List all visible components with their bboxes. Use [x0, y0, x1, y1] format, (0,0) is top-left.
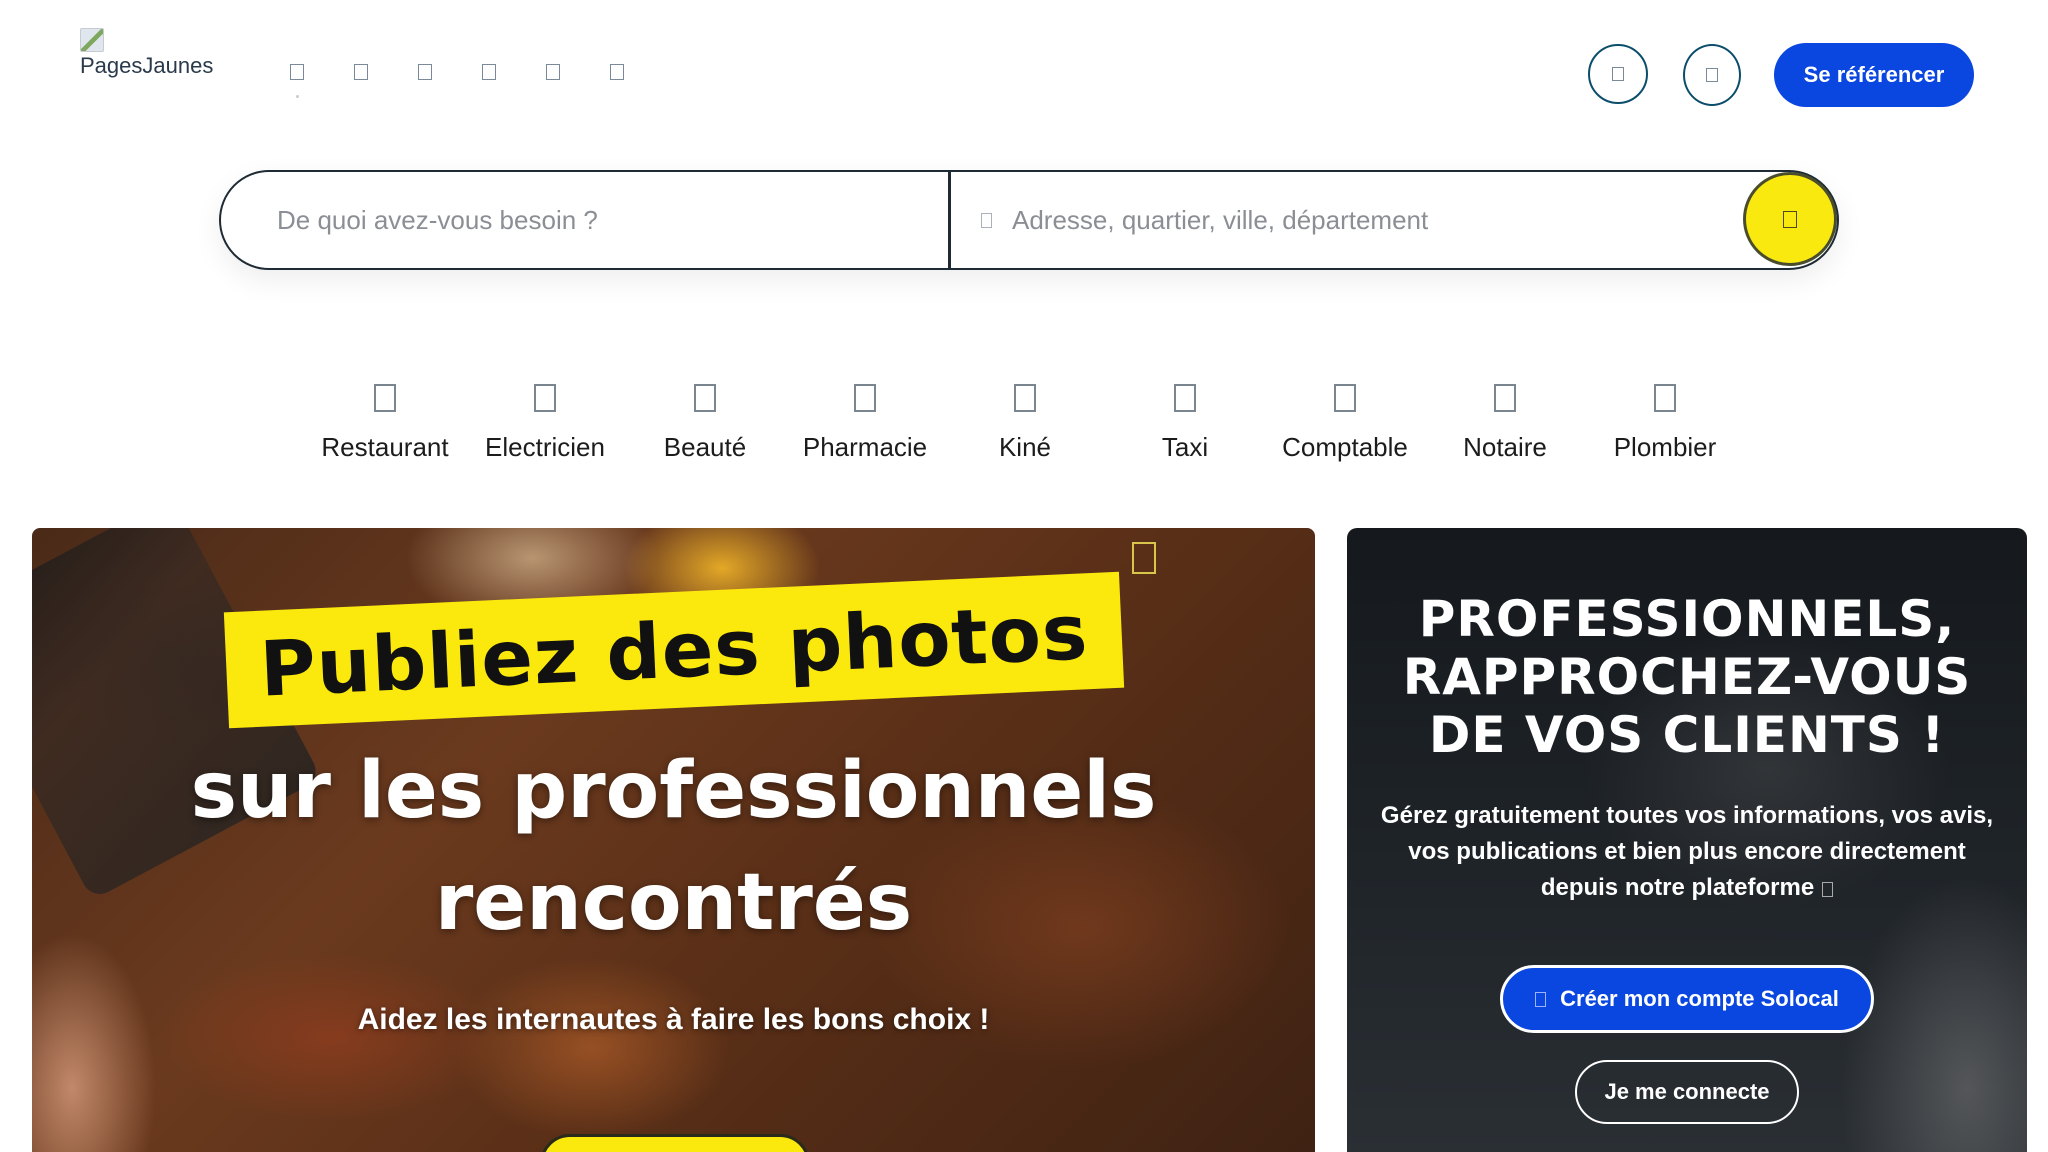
category-comptable[interactable]: Comptable: [1270, 384, 1420, 463]
create-solocal-account-button[interactable]: Créer mon compte Solocal: [1500, 965, 1874, 1033]
what-search-input[interactable]: De quoi avez-vous besoin ?: [277, 172, 598, 268]
user-plus-icon: [1535, 991, 1547, 1007]
se-referencer-button[interactable]: Se référencer: [1774, 43, 1974, 107]
category-label: Restaurant: [321, 432, 449, 462]
category-beaute[interactable]: Beauté: [630, 384, 780, 463]
promo-tagline: Aidez les internautes à faire les bons c…: [357, 1003, 990, 1036]
menu-icon: [1706, 68, 1718, 82]
pro-title-line-1: PROFESSIONNELS,: [1418, 590, 1956, 648]
pro-title-line-2: RAPPROCHEZ-VOUS: [1402, 648, 1972, 706]
nav-icon-1[interactable]: [290, 64, 304, 98]
camera-icon: [1132, 542, 1156, 574]
category-label: Plombier: [1613, 432, 1717, 462]
category-restaurant[interactable]: Restaurant: [310, 384, 460, 463]
pro-banner-description: Gérez gratuitement toutes vos informatio…: [1357, 798, 2017, 906]
pro-promo-banner: PROFESSIONNELS, RAPPROCHEZ-VOUS DE VOS C…: [1347, 528, 2027, 1152]
location-pin-icon: [981, 212, 992, 228]
nav-icon-3[interactable]: [418, 64, 432, 80]
promo-subtitle-line-2: rencontrés: [434, 858, 913, 948]
pharmacy-icon: [854, 384, 876, 412]
notary-icon: [1494, 384, 1516, 412]
physio-icon: [1014, 384, 1036, 412]
info-icon[interactable]: [1822, 882, 1834, 897]
category-pharmacie[interactable]: Pharmacie: [790, 384, 940, 463]
category-electricien[interactable]: Electricien: [470, 384, 620, 463]
main-nav: [290, 64, 624, 98]
search-icon: [1783, 210, 1797, 228]
broken-image-icon: [80, 28, 104, 52]
nav-icon-2[interactable]: [354, 64, 368, 80]
pro-desc-line-3-wrap: depuis notre plateforme: [1357, 870, 2017, 906]
restaurant-icon: [374, 384, 396, 412]
menu-button[interactable]: [1683, 44, 1741, 106]
taxi-icon: [1174, 384, 1196, 412]
pro-desc-line-3: depuis notre plateforme: [1540, 874, 1815, 901]
promo-subtitle-line-1: sur les professionnels: [190, 746, 1157, 836]
nav-icon-6[interactable]: [610, 64, 624, 80]
category-label: Electricien: [485, 432, 605, 462]
category-label: Pharmacie: [802, 432, 928, 462]
category-label: Taxi: [1161, 432, 1209, 462]
category-label: Beauté: [663, 432, 747, 462]
category-plombier[interactable]: Plombier: [1590, 384, 1740, 463]
nav-icon-4[interactable]: [482, 64, 496, 80]
photo-promo-banner[interactable]: Publiez des photos sur les professionnel…: [32, 528, 1315, 1152]
account-icon: [1612, 67, 1624, 81]
pro-banner-title: PROFESSIONNELS, RAPPROCHEZ-VOUS DE VOS C…: [1347, 590, 2027, 764]
category-label: Comptable: [1282, 432, 1408, 462]
electrician-icon: [534, 384, 556, 412]
pagesjaunes-logo[interactable]: PagesJaunes: [80, 28, 230, 88]
pro-title-line-3: DE VOS CLIENTS !: [1428, 706, 1946, 764]
promo-cta-button[interactable]: [540, 1134, 810, 1152]
pro-desc-line-1: Gérez gratuitement toutes vos informatio…: [1380, 802, 1994, 829]
nav-icon-5[interactable]: [546, 64, 560, 80]
category-label: Kiné: [998, 432, 1052, 462]
pro-desc-line-2: vos publications et bien plus encore dir…: [1408, 838, 1966, 865]
beauty-icon: [694, 384, 716, 412]
login-button[interactable]: Je me connecte: [1575, 1060, 1799, 1124]
category-label: Notaire: [1463, 432, 1547, 462]
logo-alt-text: PagesJaunes: [80, 53, 214, 78]
account-button[interactable]: [1588, 44, 1648, 104]
promo-highlight-title: Publiez des photos: [258, 586, 1090, 714]
search-bar: De quoi avez-vous besoin ? Adresse, quar…: [219, 170, 1839, 270]
accountant-icon: [1334, 384, 1356, 412]
page: PagesJaunes Se référencer De quoi avez-v…: [0, 0, 2048, 1152]
plumber-icon: [1654, 384, 1676, 412]
where-placeholder: Adresse, quartier, ville, département: [1012, 204, 1429, 235]
search-divider: [948, 172, 951, 268]
category-taxi[interactable]: Taxi: [1110, 384, 1260, 463]
category-kine[interactable]: Kiné: [950, 384, 1100, 463]
category-notaire[interactable]: Notaire: [1430, 384, 1580, 463]
create-account-label: Créer mon compte Solocal: [1560, 986, 1839, 1011]
where-search-input[interactable]: Adresse, quartier, ville, département: [981, 172, 1428, 268]
search-submit-button[interactable]: [1743, 172, 1837, 266]
